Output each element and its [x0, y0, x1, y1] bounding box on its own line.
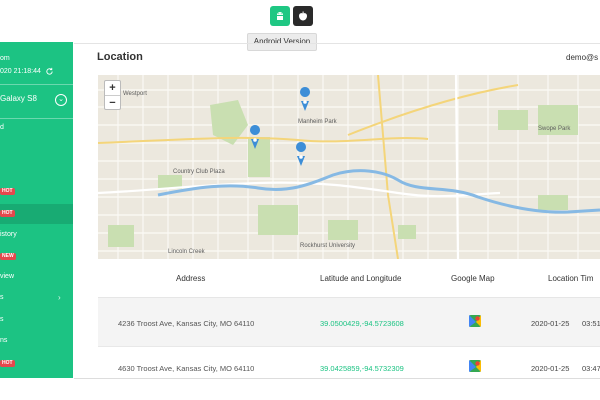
location-map[interactable]: Westport Country Club Plaza Manheim Park… — [98, 75, 600, 259]
sidebar-item-ns[interactable]: ns — [0, 337, 7, 344]
sidebar-item-s[interactable]: s — [0, 316, 4, 323]
zoom-out-button[interactable]: − — [105, 96, 120, 110]
new-badge: NEW — [0, 253, 16, 260]
table-row: 4630 Troost Ave, Kansas City, MO 64110 3… — [98, 346, 600, 395]
android-version-tooltip: Android Version — [247, 33, 317, 51]
column-header-location-time: Location Tim — [548, 274, 594, 283]
hot-badge: HOT — [0, 360, 15, 367]
column-header-google-map: Google Map — [451, 274, 495, 283]
android-version-button[interactable] — [270, 6, 290, 26]
map-zoom-control: + − — [104, 80, 121, 110]
header-divider — [74, 43, 600, 44]
bottom-divider — [74, 378, 600, 379]
google-maps-icon[interactable] — [468, 314, 482, 328]
map-label-rockhurst: Rockhurst University — [300, 243, 355, 249]
row-time: 03:47: — [582, 364, 600, 373]
sidebar-item-overview[interactable]: view — [0, 273, 14, 280]
row-date: 2020-01-25 — [531, 364, 570, 373]
map-label-westport: Westport — [123, 91, 147, 97]
map-label-manheim: Manheim Park — [298, 119, 338, 125]
sidebar-item-dashboard[interactable]: d — [0, 124, 4, 131]
row-coordinates[interactable]: 39.0425859,-94.5732309 — [320, 364, 404, 373]
row-time: 03:51: — [582, 319, 600, 328]
map-label-swope: Swope Park — [538, 126, 571, 132]
map-label-plaza: Country Club Plaza — [173, 169, 225, 175]
row-address: 4630 Troost Ave, Kansas City, MO 64110 — [118, 364, 255, 373]
table-header: Address Latitude and Longitude Google Ma… — [98, 261, 600, 298]
user-account-label[interactable]: demo@s — [566, 53, 598, 62]
last-sync-time: 020 21:18:44 — [0, 68, 41, 75]
google-maps-icon[interactable] — [468, 359, 482, 373]
android-icon — [277, 12, 283, 20]
column-header-address: Address — [176, 274, 206, 283]
hot-badge: HOT — [0, 210, 15, 217]
sidebar-item-apps[interactable]: s — [0, 294, 4, 301]
ios-version-button[interactable] — [293, 6, 313, 26]
device-selector[interactable]: Galaxy S8 — [0, 94, 37, 103]
row-address: 4236 Troost Ave, Kansas City, MO 64110 — [118, 319, 255, 328]
page-title: Location — [97, 51, 143, 63]
map-label-lincoln-creek: Lincoln Creek — [168, 249, 206, 255]
row-date: 2020-01-25 — [531, 319, 570, 328]
refresh-icon[interactable] — [45, 67, 54, 76]
sidebar-item-history[interactable]: istory — [0, 231, 17, 238]
sidebar-divider — [0, 84, 73, 85]
chevron-down-icon[interactable]: ⌄ — [55, 94, 67, 106]
account-name: om — [0, 55, 10, 62]
location-table: Address Latitude and Longitude Google Ma… — [98, 261, 600, 395]
column-header-lat-long: Latitude and Longitude — [320, 274, 402, 283]
sidebar: om 020 21:18:44 Galaxy S8 ⌄ d HOT HOT is… — [0, 42, 73, 378]
hot-badge: HOT — [0, 188, 15, 195]
zoom-in-button[interactable]: + — [105, 81, 120, 96]
row-coordinates[interactable]: 39.0500429,-94.5723608 — [320, 319, 404, 328]
table-row: 4236 Troost Ave, Kansas City, MO 64110 3… — [98, 298, 600, 346]
chevron-right-icon: › — [58, 293, 61, 302]
apple-icon — [299, 11, 307, 21]
sidebar-divider — [0, 118, 73, 119]
map-canvas[interactable]: Westport Country Club Plaza Manheim Park… — [98, 75, 600, 259]
platform-switch — [270, 6, 313, 26]
